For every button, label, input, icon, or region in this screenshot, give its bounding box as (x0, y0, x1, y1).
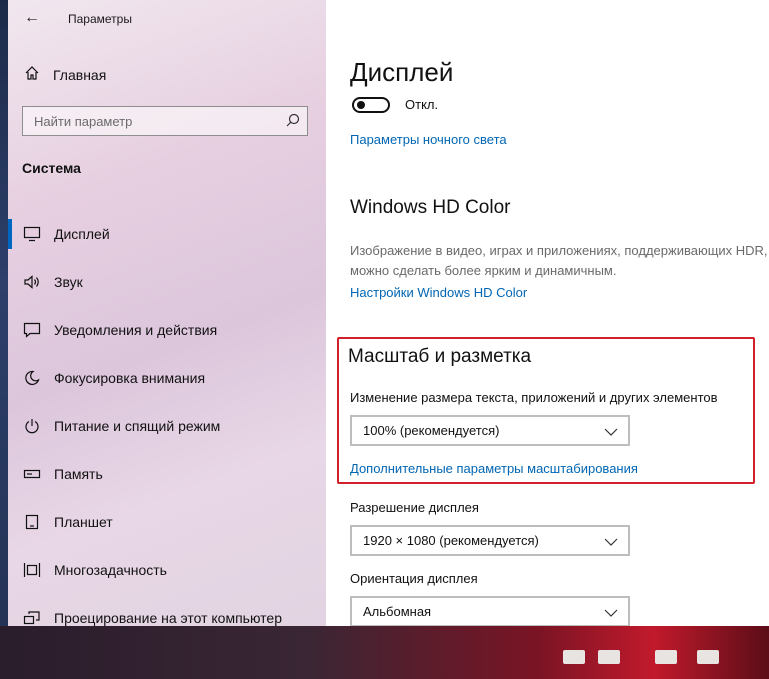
home-link[interactable]: Главная (22, 65, 106, 84)
page-title: Дисплей (350, 57, 454, 87)
hd-color-settings-link[interactable]: Настройки Windows HD Color (350, 285, 527, 300)
home-label: Главная (53, 66, 107, 83)
night-light-toggle[interactable] (352, 97, 390, 113)
section-title: Система (22, 160, 81, 176)
sidebar-item-power[interactable]: Питание и спящий режим (8, 402, 326, 450)
sidebar-item-storage[interactable]: Память (8, 450, 326, 498)
monitor-icon (22, 224, 42, 244)
tablet-icon (22, 512, 42, 532)
settings-window: ← Параметры Главная Найти параметр Систе… (8, 0, 769, 626)
sidebar-item-projecting[interactable]: Проецирование на этот компьютер (8, 594, 326, 626)
night-light-state: Откл. (405, 97, 439, 112)
resolution-label: Разрешение дисплея (350, 500, 479, 515)
wallpaper-light-3 (655, 650, 677, 664)
app-title: Параметры (68, 12, 132, 26)
search-placeholder: Найти параметр (34, 114, 133, 129)
wallpaper-light-1 (563, 650, 585, 664)
sidebar-item-label: Уведомления и действия (54, 322, 218, 338)
resolution-value: 1920 × 1080 (рекомендуется) (363, 533, 539, 548)
moon-icon (22, 368, 42, 388)
speaker-icon (22, 272, 42, 292)
toggle-knob (357, 101, 365, 109)
sidebar-item-label: Планшет (54, 514, 113, 530)
back-button[interactable]: ← (24, 9, 40, 27)
main-content: Дисплей Откл. Параметры ночного света Wi… (348, 0, 769, 626)
resolution-dropdown[interactable]: 1920 × 1080 (рекомендуется) (350, 525, 630, 556)
hd-color-description: Изображение в видео, играх и приложениях… (350, 243, 768, 278)
scale-highlight-frame (337, 337, 755, 484)
projecting-icon (22, 608, 42, 626)
multitasking-icon (22, 560, 42, 580)
storage-icon (22, 464, 42, 484)
search-input[interactable]: Найти параметр (22, 106, 308, 136)
sidebar-item-tablet[interactable]: Планшет (8, 498, 326, 546)
orientation-label: Ориентация дисплея (350, 571, 478, 586)
hd-color-title: Windows HD Color (350, 197, 511, 218)
notification-icon (22, 320, 42, 340)
orientation-dropdown[interactable]: Альбомная (350, 596, 630, 626)
chevron-down-icon (604, 605, 618, 617)
sidebar-item-label: Фокусировка внимания (54, 370, 206, 386)
sidebar-item-display[interactable]: Дисплей (8, 210, 326, 258)
night-light-settings-link[interactable]: Параметры ночного света (350, 132, 507, 147)
sidebar-item-focus[interactable]: Фокусировка внимания (8, 354, 326, 402)
sidebar-item-multitasking[interactable]: Многозадачность (8, 546, 326, 594)
sidebar-nav: Дисплей Звук Уведомления и действия Фоку… (8, 210, 326, 626)
power-icon (22, 416, 42, 436)
sidebar-item-label: Дисплей (54, 226, 110, 242)
desktop-edge (0, 0, 8, 626)
sidebar-item-label: Память (54, 466, 103, 482)
sidebar-item-label: Звук (54, 274, 83, 290)
wallpaper-light-2 (598, 650, 620, 664)
sidebar-item-notifications[interactable]: Уведомления и действия (8, 306, 326, 354)
sidebar-item-label: Питание и спящий режим (54, 418, 221, 434)
home-icon (22, 65, 42, 84)
wallpaper-light-4 (697, 650, 719, 664)
chevron-down-icon (604, 534, 618, 546)
desktop-wallpaper (0, 620, 769, 679)
search-icon (285, 112, 301, 128)
sidebar-item-sound[interactable]: Звук (8, 258, 326, 306)
sidebar-item-label: Проецирование на этот компьютер (54, 610, 282, 626)
sidebar-item-label: Многозадачность (54, 562, 167, 578)
orientation-value: Альбомная (363, 604, 432, 619)
sidebar: ← Параметры Главная Найти параметр Систе… (8, 0, 326, 626)
